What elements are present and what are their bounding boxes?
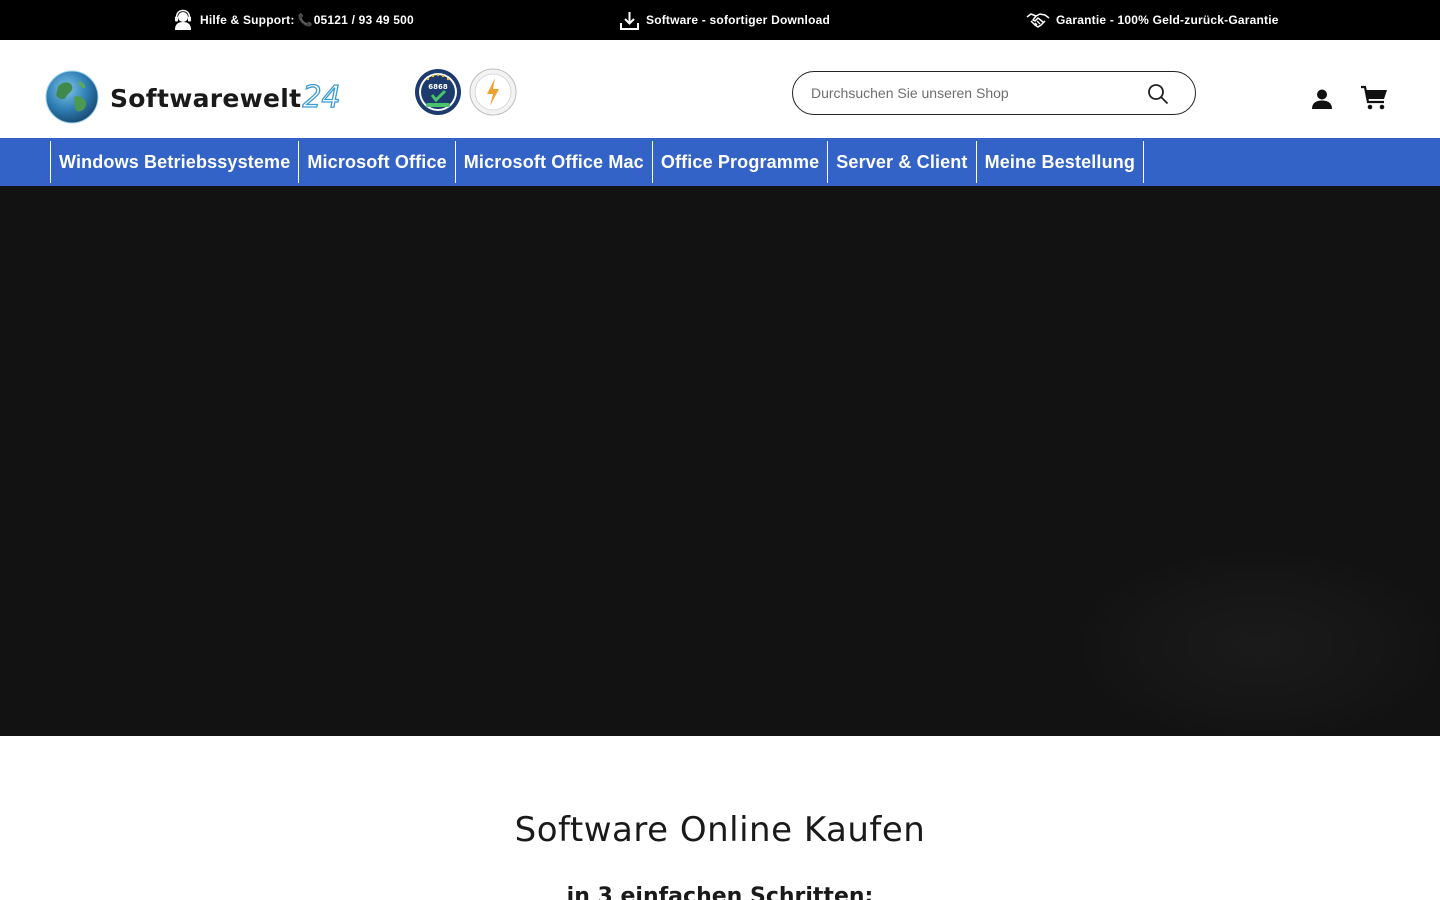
logo-text: Softwarewelt bbox=[110, 83, 302, 113]
main-navigation: Windows Betriebssysteme Microsoft Office… bbox=[0, 138, 1440, 186]
page-subtitle: in 3 einfachen Schritten: bbox=[566, 884, 874, 900]
cart-icon[interactable] bbox=[1360, 85, 1388, 111]
globe-logo-icon bbox=[45, 70, 99, 124]
site-header: Softwarewelt 24 6868 bbox=[0, 40, 1440, 138]
hero-glow bbox=[1070, 546, 1440, 736]
nav-item-office-programme[interactable]: Office Programme bbox=[653, 141, 829, 183]
search-icon[interactable] bbox=[1147, 83, 1169, 105]
support-phone[interactable]: 05121 / 93 49 500 bbox=[314, 13, 414, 27]
search-bar bbox=[792, 71, 1196, 115]
nav-item-microsoft-office-mac[interactable]: Microsoft Office Mac bbox=[456, 141, 653, 183]
page-title: Software Online Kaufen bbox=[514, 810, 926, 850]
search-input[interactable] bbox=[811, 78, 1131, 108]
download-icon bbox=[620, 11, 639, 30]
nav-item-server-client[interactable]: Server & Client bbox=[828, 141, 977, 183]
guarantee-label: Garantie - 100% Geld-zurück-Garantie bbox=[1056, 13, 1279, 27]
announcement-bar: Hilfe & Support: 📞 05121 / 93 49 500 Sof… bbox=[0, 0, 1440, 40]
nav-menu: Windows Betriebssysteme Microsoft Office… bbox=[50, 141, 1145, 183]
user-icon[interactable] bbox=[1310, 88, 1334, 110]
logo-number: 24 bbox=[302, 79, 341, 115]
support-label: Hilfe & Support: bbox=[200, 13, 295, 27]
download-info: Software - sofortiger Download bbox=[619, 0, 830, 40]
download-label: Software - sofortiger Download bbox=[646, 13, 831, 27]
headset-icon bbox=[175, 9, 191, 30]
verified-terms-seal-icon[interactable] bbox=[469, 68, 517, 116]
support-info[interactable]: Hilfe & Support: 📞 05121 / 93 49 500 bbox=[172, 0, 414, 40]
nav-item-microsoft-office[interactable]: Microsoft Office bbox=[299, 141, 456, 183]
nav-item-meine-bestellung[interactable]: Meine Bestellung bbox=[977, 141, 1145, 183]
trust-badge-number: 6868 bbox=[428, 83, 448, 91]
handshake-icon bbox=[1026, 13, 1050, 28]
guarantee-info: Garantie - 100% Geld-zurück-Garantie bbox=[1026, 0, 1279, 40]
phone-icon: 📞 bbox=[297, 13, 313, 27]
nav-item-windows[interactable]: Windows Betriebssysteme bbox=[51, 141, 300, 183]
logo-wordmark: Softwarewelt 24 bbox=[110, 79, 341, 115]
trust-badge-seal-icon[interactable]: 6868 bbox=[414, 68, 462, 116]
site-logo[interactable]: Softwarewelt 24 bbox=[44, 69, 341, 125]
hero-banner bbox=[0, 186, 1440, 736]
